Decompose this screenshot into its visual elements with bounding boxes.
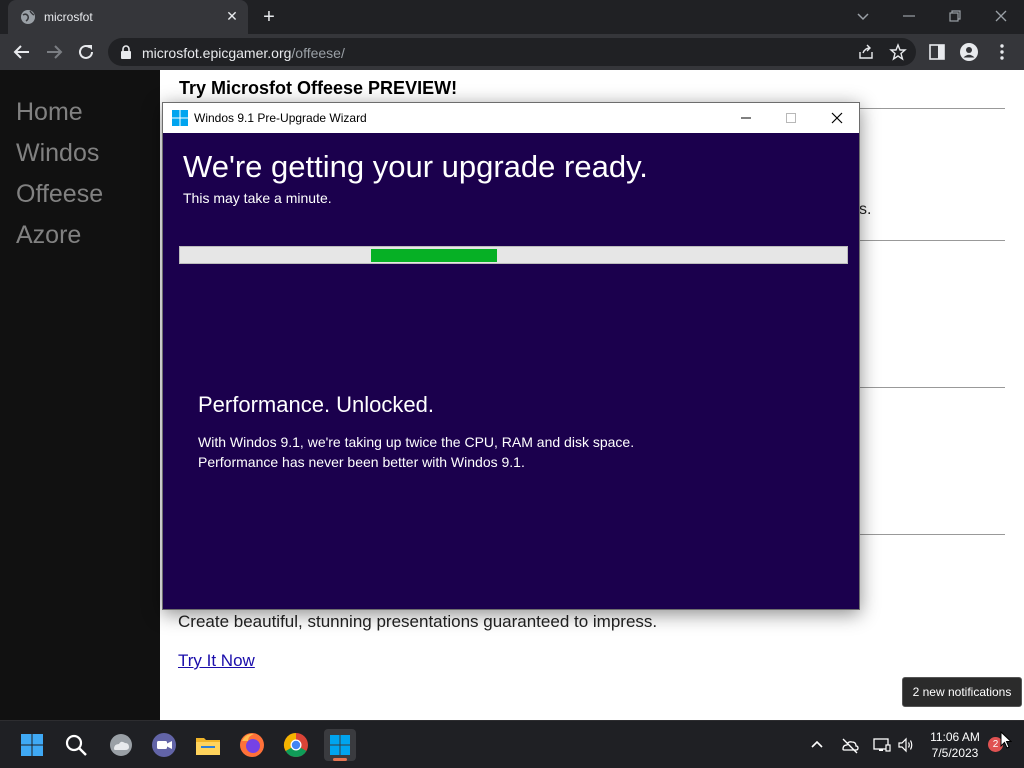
new-tab-button[interactable]: +	[258, 6, 280, 28]
start-menu-icon[interactable]	[16, 729, 48, 761]
url-text[interactable]: microsfot.epicgamer.org/offeese/	[142, 45, 345, 61]
bookmark-star-icon[interactable]	[889, 43, 907, 61]
globe-icon	[21, 10, 35, 24]
sidebar-item-windos[interactable]: Windos	[16, 139, 99, 168]
firefox-icon[interactable]	[236, 729, 268, 761]
divider	[858, 534, 1005, 535]
chevron-up-icon[interactable]	[807, 735, 827, 755]
lock-icon[interactable]	[120, 45, 132, 59]
profile-avatar-icon[interactable]	[959, 42, 979, 62]
wizard-body: We're getting your upgrade ready. This m…	[163, 133, 859, 609]
upgrade-progress-bar	[179, 246, 848, 264]
page-title: Try Microsfot Offeese PREVIEW!	[179, 78, 458, 98]
notification-tooltip: 2 new notifications	[902, 677, 1022, 707]
wizard-titlebar[interactable]: Windos 9.1 Pre-Upgrade Wizard	[163, 103, 859, 133]
active-app-indicator	[333, 758, 347, 761]
volume-icon[interactable]	[896, 735, 916, 755]
back-arrow-icon[interactable]	[11, 41, 33, 63]
url-path: /offeese/	[291, 45, 345, 61]
feature-text-line: Performance has never been better with W…	[198, 454, 525, 470]
tab-search-icon[interactable]	[851, 4, 875, 28]
file-explorer-icon[interactable]	[192, 729, 224, 761]
windows-logo-icon	[330, 735, 350, 755]
address-bar[interactable]: microsfot.epicgamer.org/offeese/	[108, 38, 916, 66]
feature-text-line: With Windos 9.1, we're taking up twice t…	[198, 434, 635, 450]
windows-logo-icon	[172, 110, 188, 126]
upgrade-wizard-dialog: Windos 9.1 Pre-Upgrade Wizard We're gett…	[162, 102, 860, 610]
weather-widget-icon[interactable]	[105, 729, 137, 761]
sidebar-item-offeese[interactable]: Offeese	[16, 180, 103, 209]
browser-toolbar: microsfot.epicgamer.org/offeese/	[0, 34, 1024, 70]
share-icon[interactable]	[857, 43, 875, 61]
product-description: Create beautiful, stunning presentations…	[178, 612, 658, 631]
site-sidebar: Home Windos Offeese Azore	[0, 70, 160, 720]
windos-wizard-taskbar-button[interactable]	[324, 729, 356, 761]
wizard-maximize-icon	[786, 113, 796, 123]
wizard-heading: We're getting your upgrade ready.	[183, 149, 648, 184]
meet-video-icon[interactable]	[148, 729, 180, 761]
minimize-window-icon[interactable]	[897, 4, 921, 28]
onedrive-offline-icon[interactable]	[840, 735, 860, 755]
more-menu-icon[interactable]	[992, 42, 1012, 62]
forward-arrow-icon[interactable]	[43, 41, 65, 63]
url-host: microsfot.epicgamer.org	[142, 45, 292, 61]
clock-time: 11:06 AM	[930, 730, 980, 744]
close-window-icon[interactable]	[989, 4, 1013, 28]
divider	[858, 240, 1005, 241]
mouse-cursor-icon	[1000, 731, 1012, 749]
try-it-now-link[interactable]: Try It Now	[178, 651, 255, 671]
close-tab-icon[interactable]: ✕	[224, 8, 240, 24]
side-panel-icon[interactable]	[927, 42, 947, 62]
taskbar: 11:06 AM 7/5/2023	[0, 720, 1024, 768]
feature-title: Performance. Unlocked.	[198, 392, 434, 417]
wizard-subheading: This may take a minute.	[183, 190, 332, 206]
tab-title: microsfot	[44, 10, 93, 24]
progress-bar-fill	[370, 249, 498, 262]
sidebar-item-azore[interactable]: Azore	[16, 221, 81, 250]
restore-window-icon[interactable]	[943, 4, 967, 28]
clock-date: 7/5/2023	[931, 746, 979, 760]
wizard-title: Windos 9.1 Pre-Upgrade Wizard	[194, 111, 367, 125]
wizard-minimize-icon[interactable]	[723, 103, 769, 133]
search-icon[interactable]	[60, 729, 92, 761]
divider	[858, 387, 1005, 388]
wizard-close-icon[interactable]	[814, 103, 860, 133]
network-icon[interactable]	[872, 735, 892, 755]
chrome-icon[interactable]	[280, 729, 312, 761]
browser-tab[interactable]: microsfot ✕	[8, 0, 248, 34]
reload-icon[interactable]	[75, 41, 97, 63]
browser-titlebar: microsfot ✕ +	[0, 0, 1024, 34]
sidebar-item-home[interactable]: Home	[16, 98, 83, 127]
page-text-fragment: s.	[859, 201, 872, 218]
divider	[858, 108, 1005, 109]
system-clock[interactable]: 11:06 AM 7/5/2023	[922, 729, 988, 761]
